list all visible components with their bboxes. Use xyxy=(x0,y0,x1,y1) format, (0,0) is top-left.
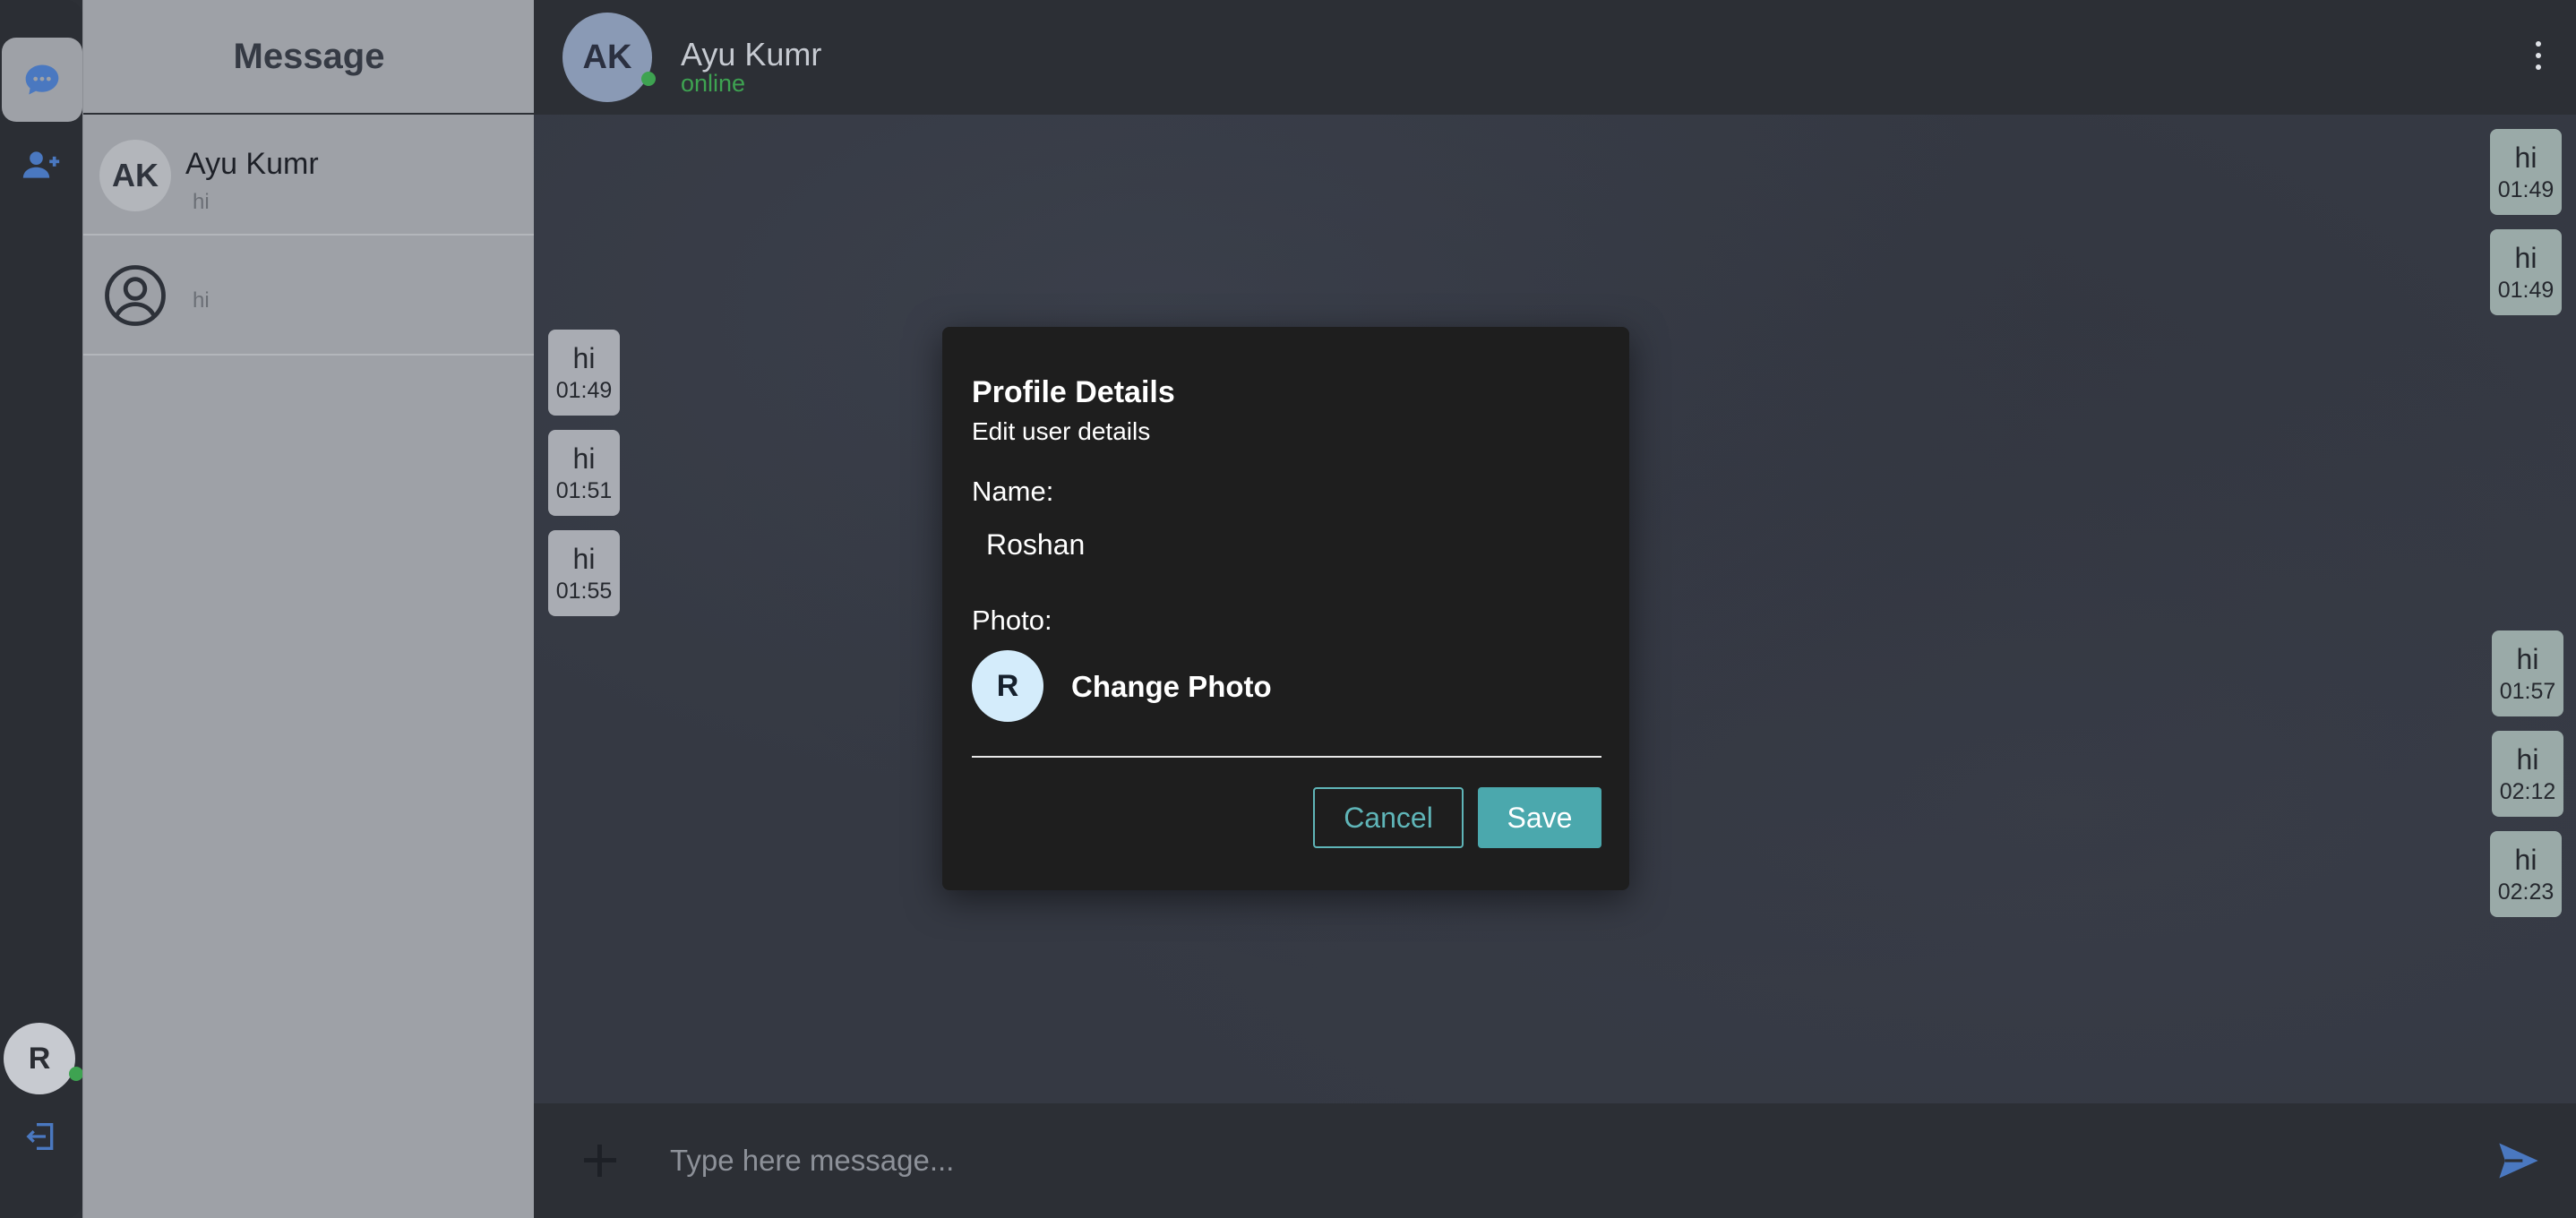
photo-label: Photo: xyxy=(972,605,1052,636)
modal-overlay: Profile Details Edit user details Name: … xyxy=(0,0,2576,1218)
cancel-button[interactable]: Cancel xyxy=(1313,787,1464,848)
dialog-title: Profile Details xyxy=(972,375,1175,409)
save-button[interactable]: Save xyxy=(1478,787,1601,848)
dialog-subtitle: Edit user details xyxy=(972,417,1151,445)
avatar: R xyxy=(972,650,1043,722)
name-field[interactable] xyxy=(972,517,1599,572)
name-label: Name: xyxy=(972,476,1054,507)
divider xyxy=(972,756,1601,758)
profile-details-dialog: Profile Details Edit user details Name: … xyxy=(942,327,1629,890)
change-photo-button[interactable]: Change Photo xyxy=(1071,670,1272,704)
